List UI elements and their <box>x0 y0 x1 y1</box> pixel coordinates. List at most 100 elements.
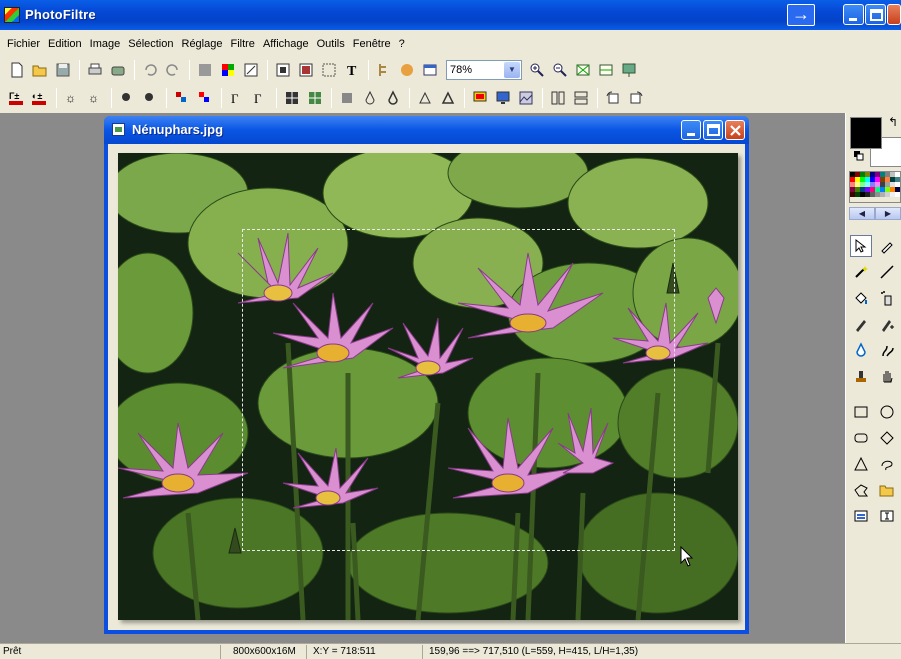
frame-alt-icon[interactable] <box>295 59 317 81</box>
brightness-down-icon[interactable]: ☼ <box>61 87 83 109</box>
menu-filtre[interactable]: Filtre <box>226 38 258 50</box>
drop-sharpen-icon[interactable] <box>382 87 404 109</box>
triangle-blur-icon[interactable] <box>414 87 436 109</box>
brightness-up-icon[interactable]: ☼ <box>84 87 106 109</box>
puzzle-icon[interactable] <box>396 59 418 81</box>
gamma-down-icon[interactable]: Γ <box>226 87 248 109</box>
lasso-icon[interactable] <box>876 453 898 475</box>
soften-icon[interactable] <box>336 87 358 109</box>
menu-affichage[interactable]: Affichage <box>259 38 313 50</box>
palette-next-icon[interactable]: ▶ <box>875 207 901 220</box>
undo-icon[interactable] <box>139 59 161 81</box>
fill-icon[interactable] <box>850 287 872 309</box>
eyedropper-icon[interactable] <box>876 235 898 257</box>
smudge-icon[interactable] <box>876 339 898 361</box>
gray-icon[interactable] <box>194 59 216 81</box>
menu-selection[interactable]: Sélection <box>124 38 177 50</box>
landscape-icon[interactable] <box>515 87 537 109</box>
arrow-right-icon[interactable]: → <box>787 4 815 26</box>
rect-select-icon[interactable] <box>850 401 872 423</box>
saturation-up-icon[interactable] <box>194 87 216 109</box>
blur-icon[interactable] <box>850 339 872 361</box>
selection-icon[interactable] <box>318 59 340 81</box>
rounded-rect-icon[interactable] <box>850 427 872 449</box>
selection-marquee[interactable] <box>242 229 675 551</box>
foreground-color-swatch[interactable] <box>850 117 882 149</box>
magic-wand-icon[interactable] <box>850 261 872 283</box>
hand-icon[interactable] <box>876 365 898 387</box>
separator <box>221 88 222 108</box>
invert-icon[interactable] <box>240 59 262 81</box>
image-close-button[interactable] <box>725 120 745 140</box>
separator <box>464 88 465 108</box>
tree-icon[interactable] <box>373 59 395 81</box>
mosaic-icon[interactable] <box>281 87 303 109</box>
contrast-up-icon[interactable] <box>139 87 161 109</box>
window-icon[interactable] <box>419 59 441 81</box>
menu-fichier[interactable]: Fichier <box>3 38 44 50</box>
menu-fenetre[interactable]: Fenêtre <box>349 38 395 50</box>
color-swatches[interactable] <box>849 171 901 203</box>
flip-horizontal-icon[interactable] <box>547 87 569 109</box>
fit-icon[interactable] <box>572 59 594 81</box>
zoom-out-icon[interactable] <box>549 59 571 81</box>
new-icon[interactable] <box>6 59 28 81</box>
menu-reglage[interactable]: Réglage <box>178 38 227 50</box>
rotate-right-icon[interactable] <box>625 87 647 109</box>
rotate-left-icon[interactable] <box>602 87 624 109</box>
polygon-lasso-icon[interactable] <box>850 479 872 501</box>
zoom-in-icon[interactable] <box>526 59 548 81</box>
brush-icon[interactable] <box>850 313 872 335</box>
frame-icon[interactable] <box>272 59 294 81</box>
stamp-icon[interactable] <box>850 365 872 387</box>
separator <box>166 88 167 108</box>
fit-width-icon[interactable] <box>595 59 617 81</box>
image-minimize-button[interactable] <box>681 120 701 140</box>
drop-blur-icon[interactable] <box>359 87 381 109</box>
triangle-icon[interactable] <box>850 453 872 475</box>
save-icon[interactable] <box>52 59 74 81</box>
selection-mode-icon[interactable] <box>850 505 872 527</box>
menu-image[interactable]: Image <box>86 38 125 50</box>
flip-vertical-icon[interactable] <box>570 87 592 109</box>
image-window-title-bar[interactable]: Nénuphars.jpg <box>104 116 749 144</box>
chevron-down-icon[interactable]: ▼ <box>504 62 520 78</box>
contrast-down-icon[interactable] <box>116 87 138 109</box>
menu-help[interactable]: ? <box>395 38 409 50</box>
palette-prev-icon[interactable]: ◀ <box>849 207 875 220</box>
monitor-icon[interactable] <box>492 87 514 109</box>
gamma-up-icon[interactable]: Γ <box>249 87 271 109</box>
zoom-select[interactable]: 78% ▼ <box>446 60 522 80</box>
diamond-icon[interactable] <box>876 427 898 449</box>
redo-icon[interactable] <box>162 59 184 81</box>
open-shape-icon[interactable] <box>876 479 898 501</box>
rgb-icon[interactable] <box>217 59 239 81</box>
line-icon[interactable] <box>876 261 898 283</box>
pointer-icon[interactable] <box>850 235 872 257</box>
print-icon[interactable] <box>84 59 106 81</box>
auto-gamma-icon[interactable]: Γ± <box>6 87 28 109</box>
menu-edition[interactable]: Edition <box>44 38 86 50</box>
minimize-button[interactable] <box>843 4 864 25</box>
text-mode-icon[interactable] <box>876 505 898 527</box>
triangle-sharpen-icon[interactable] <box>437 87 459 109</box>
maximize-button[interactable] <box>865 4 886 25</box>
grid-icon[interactable] <box>304 87 326 109</box>
reset-colors-icon[interactable] <box>854 151 864 161</box>
swap-colors-icon[interactable]: ↰ <box>888 115 898 129</box>
advanced-brush-icon[interactable] <box>876 313 898 335</box>
open-icon[interactable] <box>29 59 51 81</box>
spray-icon[interactable] <box>876 287 898 309</box>
image-maximize-button[interactable] <box>703 120 723 140</box>
saturation-down-icon[interactable] <box>171 87 193 109</box>
auto-contrast-icon[interactable]: ◐± <box>29 87 51 109</box>
photo-canvas[interactable] <box>118 153 738 620</box>
menu-outils[interactable]: Outils <box>313 38 349 50</box>
picture-frame-icon[interactable] <box>469 87 491 109</box>
text-icon[interactable]: T <box>341 59 363 81</box>
ellipse-select-icon[interactable] <box>876 401 898 423</box>
close-button[interactable] <box>887 4 901 25</box>
color-swatch[interactable] <box>895 192 900 197</box>
fullscreen-icon[interactable] <box>618 59 640 81</box>
scan-icon[interactable] <box>107 59 129 81</box>
